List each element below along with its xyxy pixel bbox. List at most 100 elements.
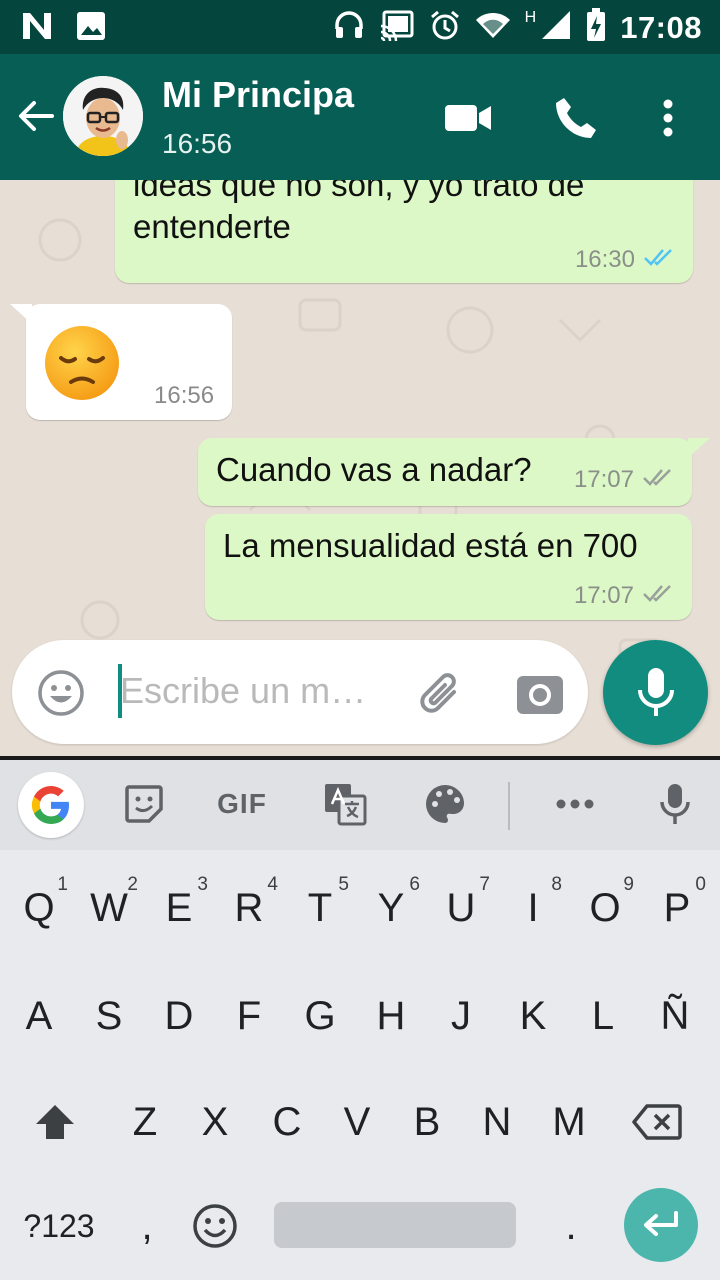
bubble-tail bbox=[688, 438, 710, 458]
key-o[interactable]: O9 bbox=[570, 860, 640, 956]
translate-icon[interactable] bbox=[320, 776, 370, 832]
contact-name[interactable]: Mi Principa bbox=[162, 74, 354, 116]
back-arrow-icon[interactable] bbox=[14, 94, 58, 138]
key-t[interactable]: T5 bbox=[285, 860, 355, 956]
sad-face-emoji-icon bbox=[45, 326, 119, 400]
key-y[interactable]: Y6 bbox=[356, 860, 426, 956]
gif-label: GIF bbox=[217, 788, 267, 819]
message-text: ideas que no son, y yo trato de bbox=[133, 180, 585, 203]
key-label: Q bbox=[23, 885, 55, 930]
message-input[interactable]: Escribe un m… bbox=[120, 670, 366, 712]
key-label: Y bbox=[377, 885, 405, 930]
headphones-icon bbox=[333, 9, 365, 46]
keyboard-toolbar: GIF bbox=[0, 760, 720, 850]
key-hint: 4 bbox=[267, 874, 278, 895]
key-label: T bbox=[307, 885, 333, 930]
message-time: 16:56 bbox=[154, 382, 215, 409]
battery-charging-icon bbox=[586, 8, 606, 47]
shift-key[interactable] bbox=[20, 1074, 90, 1170]
symbols-key[interactable]: ?123 bbox=[16, 1178, 102, 1274]
emoji-icon bbox=[193, 1204, 237, 1248]
key-g[interactable]: G bbox=[285, 968, 355, 1064]
status-bar: H 17:08 bbox=[0, 0, 720, 54]
key-z[interactable]: Z bbox=[110, 1074, 180, 1170]
key-label: E bbox=[165, 885, 193, 930]
key-label: P bbox=[663, 885, 691, 930]
avatar[interactable] bbox=[63, 76, 143, 156]
key-n[interactable]: N bbox=[462, 1074, 532, 1170]
message-time: 17:07 bbox=[573, 582, 634, 609]
more-vert-icon[interactable] bbox=[648, 92, 688, 144]
emoji-icon[interactable] bbox=[36, 668, 86, 718]
emoji-key[interactable] bbox=[180, 1178, 250, 1274]
voice-record-button[interactable] bbox=[603, 640, 708, 745]
key-f[interactable]: F bbox=[214, 968, 284, 1064]
delivered-ticks-icon bbox=[642, 466, 676, 494]
key-a[interactable]: A bbox=[4, 968, 74, 1064]
key-label: U bbox=[446, 885, 476, 930]
key-b[interactable]: B bbox=[392, 1074, 462, 1170]
message-composer[interactable]: Escribe un m… bbox=[12, 640, 588, 744]
key-u[interactable]: U7 bbox=[426, 860, 496, 956]
gif-button[interactable]: GIF bbox=[208, 776, 276, 832]
key-q[interactable]: Q1 bbox=[4, 860, 74, 956]
key-i[interactable]: I8 bbox=[498, 860, 568, 956]
wifi-icon bbox=[475, 10, 511, 45]
key-n-tilde[interactable]: Ñ bbox=[640, 968, 710, 1064]
key-hint: 2 bbox=[127, 874, 138, 895]
key-j[interactable]: J bbox=[426, 968, 496, 1064]
mic-icon bbox=[633, 666, 679, 725]
sticker-icon[interactable] bbox=[118, 776, 170, 832]
message-bubble-outgoing[interactable]: ideas que no son, y yo trato de entender… bbox=[115, 180, 693, 283]
key-d[interactable]: D bbox=[144, 968, 214, 1064]
keyboard: Q1 W2 E3 R4 T5 Y6 U7 I8 O9 P0 A S D F G … bbox=[0, 850, 720, 1280]
key-m[interactable]: M bbox=[534, 1074, 604, 1170]
message-bubble-outgoing[interactable]: La mensualidad está en 700 17:07 bbox=[205, 514, 692, 620]
space-key[interactable] bbox=[274, 1202, 516, 1248]
camera-icon[interactable] bbox=[514, 668, 566, 720]
key-hint: 1 bbox=[57, 874, 68, 895]
chat-header: Mi Principa 16:56 bbox=[0, 54, 720, 180]
key-v[interactable]: V bbox=[322, 1074, 392, 1170]
network-type-label: H bbox=[524, 8, 537, 26]
key-hint: 9 bbox=[623, 874, 634, 895]
google-icon[interactable] bbox=[18, 772, 84, 838]
key-hint: 6 bbox=[409, 874, 420, 895]
period-key[interactable]: . bbox=[536, 1178, 606, 1274]
comma-key[interactable]: , bbox=[112, 1178, 182, 1274]
message-time: 16:30 bbox=[574, 246, 635, 273]
key-p[interactable]: P0 bbox=[642, 860, 712, 956]
enter-key[interactable] bbox=[624, 1188, 698, 1262]
message-text: Cuando vas a nadar? bbox=[216, 451, 532, 488]
phone-icon[interactable] bbox=[550, 92, 602, 144]
bubble-tail bbox=[10, 304, 32, 324]
palette-icon[interactable] bbox=[420, 776, 470, 832]
mic-icon[interactable] bbox=[652, 776, 698, 832]
key-label: O bbox=[589, 885, 621, 930]
message-bubble-incoming[interactable]: 16:56 bbox=[26, 304, 232, 420]
message-text: entenderte bbox=[133, 208, 291, 245]
key-label: I bbox=[527, 885, 539, 930]
key-hint: 8 bbox=[551, 874, 562, 895]
message-bubble-outgoing[interactable]: Cuando vas a nadar? 17:07 bbox=[198, 438, 692, 506]
key-h[interactable]: H bbox=[356, 968, 426, 1064]
key-x[interactable]: X bbox=[180, 1074, 250, 1170]
key-label: W bbox=[90, 885, 128, 930]
video-call-icon[interactable] bbox=[442, 92, 494, 144]
key-s[interactable]: S bbox=[74, 968, 144, 1064]
key-c[interactable]: C bbox=[252, 1074, 322, 1170]
enter-icon bbox=[644, 1211, 678, 1236]
attach-icon[interactable] bbox=[414, 668, 468, 722]
key-e[interactable]: E3 bbox=[144, 860, 214, 956]
message-text: La mensualidad está en 700 bbox=[223, 527, 638, 564]
more-horiz-icon[interactable] bbox=[550, 776, 600, 832]
backspace-key[interactable] bbox=[622, 1074, 692, 1170]
read-ticks-icon bbox=[643, 246, 677, 274]
key-hint: 5 bbox=[338, 874, 349, 895]
toolbar-divider bbox=[508, 782, 510, 830]
key-w[interactable]: W2 bbox=[74, 860, 144, 956]
key-l[interactable]: L bbox=[568, 968, 638, 1064]
alarm-icon bbox=[429, 9, 461, 46]
key-k[interactable]: K bbox=[498, 968, 568, 1064]
key-r[interactable]: R4 bbox=[214, 860, 284, 956]
